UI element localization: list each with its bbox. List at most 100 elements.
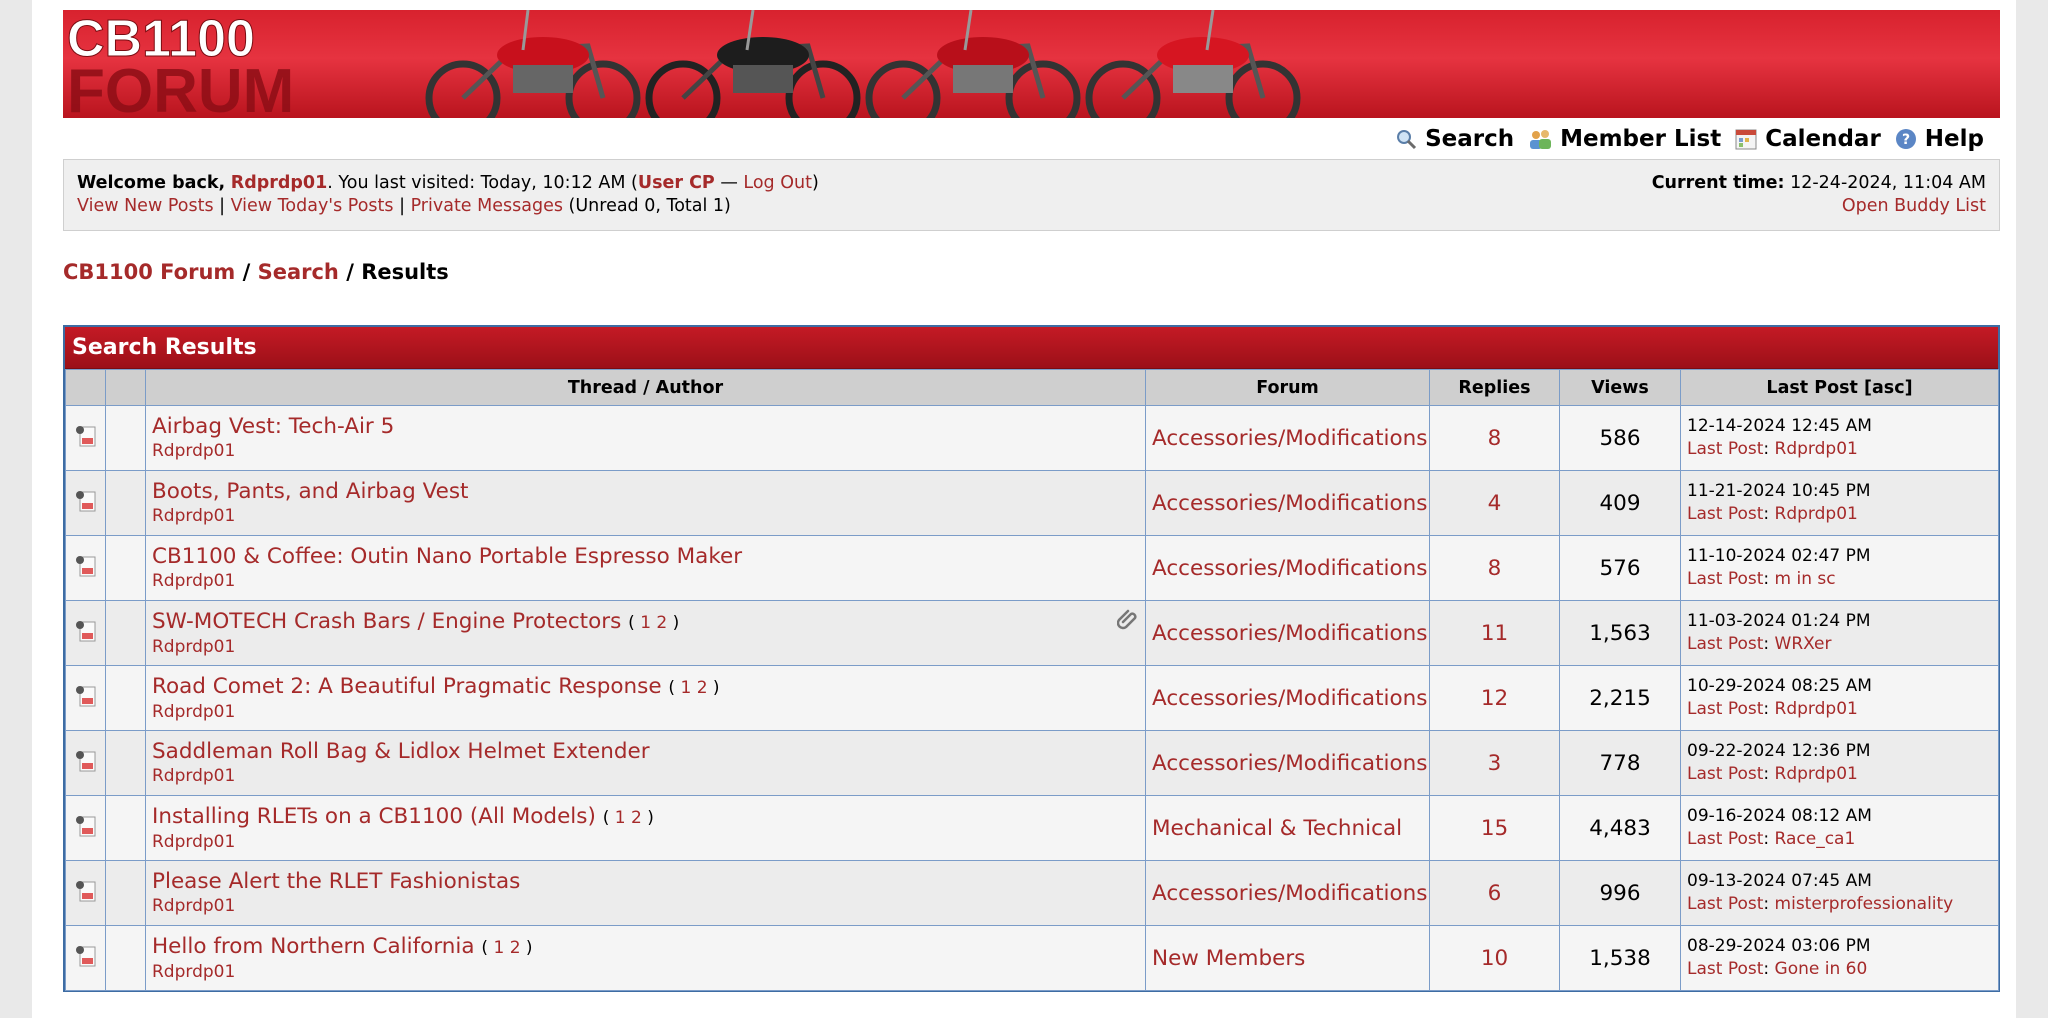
thread-title-link[interactable]: Hello from Northern California	[152, 934, 475, 959]
user-cp-link[interactable]: User CP	[638, 173, 715, 193]
forum-link[interactable]: New Members	[1152, 946, 1305, 971]
replies-link[interactable]: 11	[1481, 621, 1508, 646]
thread-page-link[interactable]: 1	[680, 678, 691, 698]
header-forum[interactable]: Forum	[1145, 369, 1430, 406]
last-post-user-link[interactable]: Rdprdp01	[1775, 699, 1858, 719]
replies-link[interactable]: 15	[1481, 816, 1508, 841]
view-todays-posts-link[interactable]: View Today's Posts	[231, 196, 394, 216]
last-post-link[interactable]: Last Post	[1687, 764, 1763, 784]
forum-link[interactable]: Accessories/Modifications	[1152, 491, 1428, 516]
thread-cell: CB1100 & Coffee: Outin Nano Portable Esp…	[145, 535, 1146, 601]
thread-title-link[interactable]: Installing RLETs on a CB1100 (All Models…	[152, 804, 596, 829]
replies-link[interactable]: 8	[1488, 556, 1502, 581]
thread-cell: SW-MOTECH Crash Bars / Engine Protectors…	[145, 600, 1146, 666]
current-time-label: Current time:	[1651, 173, 1785, 193]
thread-page-link[interactable]: 1	[493, 938, 504, 958]
last-post-link[interactable]: Last Post	[1687, 829, 1763, 849]
forum-cell: Accessories/Modifications	[1145, 860, 1430, 926]
thread-page-link[interactable]: 1	[615, 808, 626, 828]
thread-page-link[interactable]: 2	[631, 808, 642, 828]
replies-link[interactable]: 4	[1488, 491, 1502, 516]
welcome-prefix: Welcome back,	[77, 173, 226, 193]
toplink-search[interactable]: Search	[1395, 126, 1514, 152]
forum-link[interactable]: Accessories/Modifications	[1152, 751, 1428, 776]
thread-author-link[interactable]: Rdprdp01	[152, 962, 235, 982]
thread-title-link[interactable]: SW-MOTECH Crash Bars / Engine Protectors	[152, 609, 621, 634]
toplink-help[interactable]: ? Help	[1895, 126, 1984, 152]
toplink-calendar[interactable]: Calendar	[1735, 126, 1881, 152]
last-post-user-link[interactable]: Rdprdp01	[1775, 764, 1858, 784]
view-new-posts-link[interactable]: View New Posts	[77, 196, 214, 216]
thread-author-link[interactable]: Rdprdp01	[152, 506, 235, 526]
last-post-link[interactable]: Last Post	[1687, 569, 1763, 589]
thread-author-link[interactable]: Rdprdp01	[152, 766, 235, 786]
thread-page-link[interactable]: 1	[640, 613, 651, 633]
last-post-link[interactable]: Last Post	[1687, 634, 1763, 654]
thread-title-link[interactable]: Airbag Vest: Tech-Air 5	[152, 414, 394, 439]
last-post-user-link[interactable]: Rdprdp01	[1775, 439, 1858, 459]
last-post-user-link[interactable]: WRXer	[1775, 634, 1832, 654]
thread-author-link[interactable]: Rdprdp01	[152, 702, 235, 722]
views-count: 1,538	[1559, 925, 1681, 991]
header-views[interactable]: Views	[1559, 369, 1681, 406]
last-post-link[interactable]: Last Post	[1687, 959, 1763, 979]
thread-title-line: SW-MOTECH Crash Bars / Engine Protectors…	[152, 609, 1139, 636]
forum-link[interactable]: Accessories/Modifications	[1152, 426, 1428, 451]
last-post-link[interactable]: Last Post	[1687, 504, 1763, 524]
header-thread-author[interactable]: Thread / Author	[145, 369, 1146, 406]
magnifier-icon	[1397, 130, 1417, 150]
forum-link[interactable]: Accessories/Modifications	[1152, 686, 1428, 711]
thread-title-link[interactable]: Road Comet 2: A Beautiful Pragmatic Resp…	[152, 674, 662, 699]
last-post-date: 11-10-2024 02:47 PM	[1687, 546, 1871, 566]
header-last-post[interactable]: Last Post [asc]	[1680, 369, 1999, 406]
thread-status-icon	[75, 686, 95, 707]
replies-link[interactable]: 6	[1488, 881, 1502, 906]
open-buddy-list-link[interactable]: Open Buddy List	[1842, 196, 1986, 216]
forum-link[interactable]: Accessories/Modifications	[1152, 621, 1428, 646]
thread-author-link[interactable]: Rdprdp01	[152, 637, 235, 657]
last-post-link[interactable]: Last Post	[1687, 894, 1763, 914]
toplink-member-list[interactable]: Member List	[1528, 126, 1721, 152]
forum-link[interactable]: Mechanical & Technical	[1152, 816, 1402, 841]
logout-link[interactable]: Log Out	[743, 173, 812, 193]
thread-author-link[interactable]: Rdprdp01	[152, 571, 235, 591]
dash-separator: —	[714, 173, 744, 193]
forum-banner[interactable]: CB1100 FORUM	[63, 10, 2000, 118]
replies-link[interactable]: 3	[1488, 751, 1502, 776]
header-replies[interactable]: Replies	[1429, 369, 1560, 406]
breadcrumb-search-link[interactable]: Search	[258, 260, 339, 284]
thread-author-link[interactable]: Rdprdp01	[152, 896, 235, 916]
last-post-user-link[interactable]: Rdprdp01	[1775, 504, 1858, 524]
forum-cell: Accessories/Modifications	[1145, 730, 1430, 796]
thread-author-link[interactable]: Rdprdp01	[152, 441, 235, 461]
username-link[interactable]: Rdprdp01	[231, 173, 328, 193]
last-post-user-link[interactable]: Gone in 60	[1775, 959, 1868, 979]
replies-link[interactable]: 8	[1488, 426, 1502, 451]
last-post-link[interactable]: Last Post	[1687, 439, 1763, 459]
forum-link[interactable]: Accessories/Modifications	[1152, 881, 1428, 906]
thread-author-link[interactable]: Rdprdp01	[152, 832, 235, 852]
last-post-link[interactable]: Last Post	[1687, 699, 1763, 719]
replies-link[interactable]: 10	[1481, 946, 1508, 971]
search-results-panel: Search Results Thread / Author Forum Rep…	[63, 325, 2000, 992]
thread-title-link[interactable]: CB1100 & Coffee: Outin Nano Portable Esp…	[152, 544, 742, 569]
breadcrumb-forum-link[interactable]: CB1100 Forum	[63, 260, 235, 284]
replies-link[interactable]: 12	[1481, 686, 1508, 711]
forum-logo: CB1100 FORUM	[67, 10, 295, 118]
replies-cell: 3	[1429, 730, 1560, 796]
last-post-user-link[interactable]: misterprofessionality	[1775, 894, 1954, 914]
private-messages-link[interactable]: Private Messages	[411, 196, 563, 216]
thread-title-link[interactable]: Saddleman Roll Bag & Lidlox Helmet Exten…	[152, 739, 650, 764]
last-post-user-link[interactable]: m in sc	[1775, 569, 1836, 589]
toplink-member-list-label: Member List	[1560, 126, 1722, 152]
thread-page-link[interactable]: 2	[510, 938, 521, 958]
replies-cell: 6	[1429, 860, 1560, 926]
thread-page-link[interactable]: 2	[656, 613, 667, 633]
thread-title-link[interactable]: Please Alert the RLET Fashionistas	[152, 869, 520, 894]
header-icon2-col	[105, 369, 146, 406]
last-post-user-link[interactable]: Race_ca1	[1775, 829, 1856, 849]
forum-link[interactable]: Accessories/Modifications	[1152, 556, 1428, 581]
thread-page-link[interactable]: 2	[697, 678, 708, 698]
separator: |	[393, 196, 411, 216]
thread-title-link[interactable]: Boots, Pants, and Airbag Vest	[152, 479, 468, 504]
